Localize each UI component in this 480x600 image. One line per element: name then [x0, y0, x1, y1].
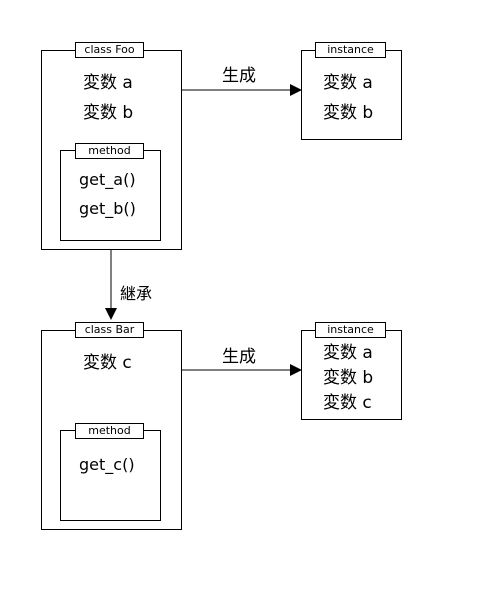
class-foo-title: class Foo [75, 42, 144, 58]
bar-var-c: 変数 c [83, 353, 132, 373]
inherit-label: 継承 [120, 284, 153, 303]
foo-method-box [60, 150, 161, 241]
bar-instance-var-a: 変数 a [323, 343, 373, 363]
bar-method-title: method [75, 423, 144, 439]
foo-method-get-b: get_b() [79, 199, 136, 218]
foo-method-title: method [75, 143, 144, 159]
bar-instance-title: instance [315, 322, 386, 338]
foo-instance-var-a: 変数 a [323, 73, 373, 93]
foo-var-a: 変数 a [83, 73, 133, 93]
bar-instance-var-b: 変数 b [323, 368, 374, 388]
bar-method-box [60, 430, 161, 521]
bar-method-get-c: get_c() [79, 455, 135, 474]
create-label-bottom: 生成 [222, 347, 256, 367]
foo-instance-var-b: 変数 b [323, 103, 374, 123]
foo-var-b: 変数 b [83, 103, 134, 123]
foo-instance-box [301, 50, 402, 140]
class-bar-title: class Bar [75, 322, 144, 338]
foo-instance-title: instance [315, 42, 386, 58]
create-label-top: 生成 [222, 66, 256, 86]
foo-method-get-a: get_a() [79, 170, 136, 189]
bar-instance-var-c: 変数 c [323, 393, 372, 413]
